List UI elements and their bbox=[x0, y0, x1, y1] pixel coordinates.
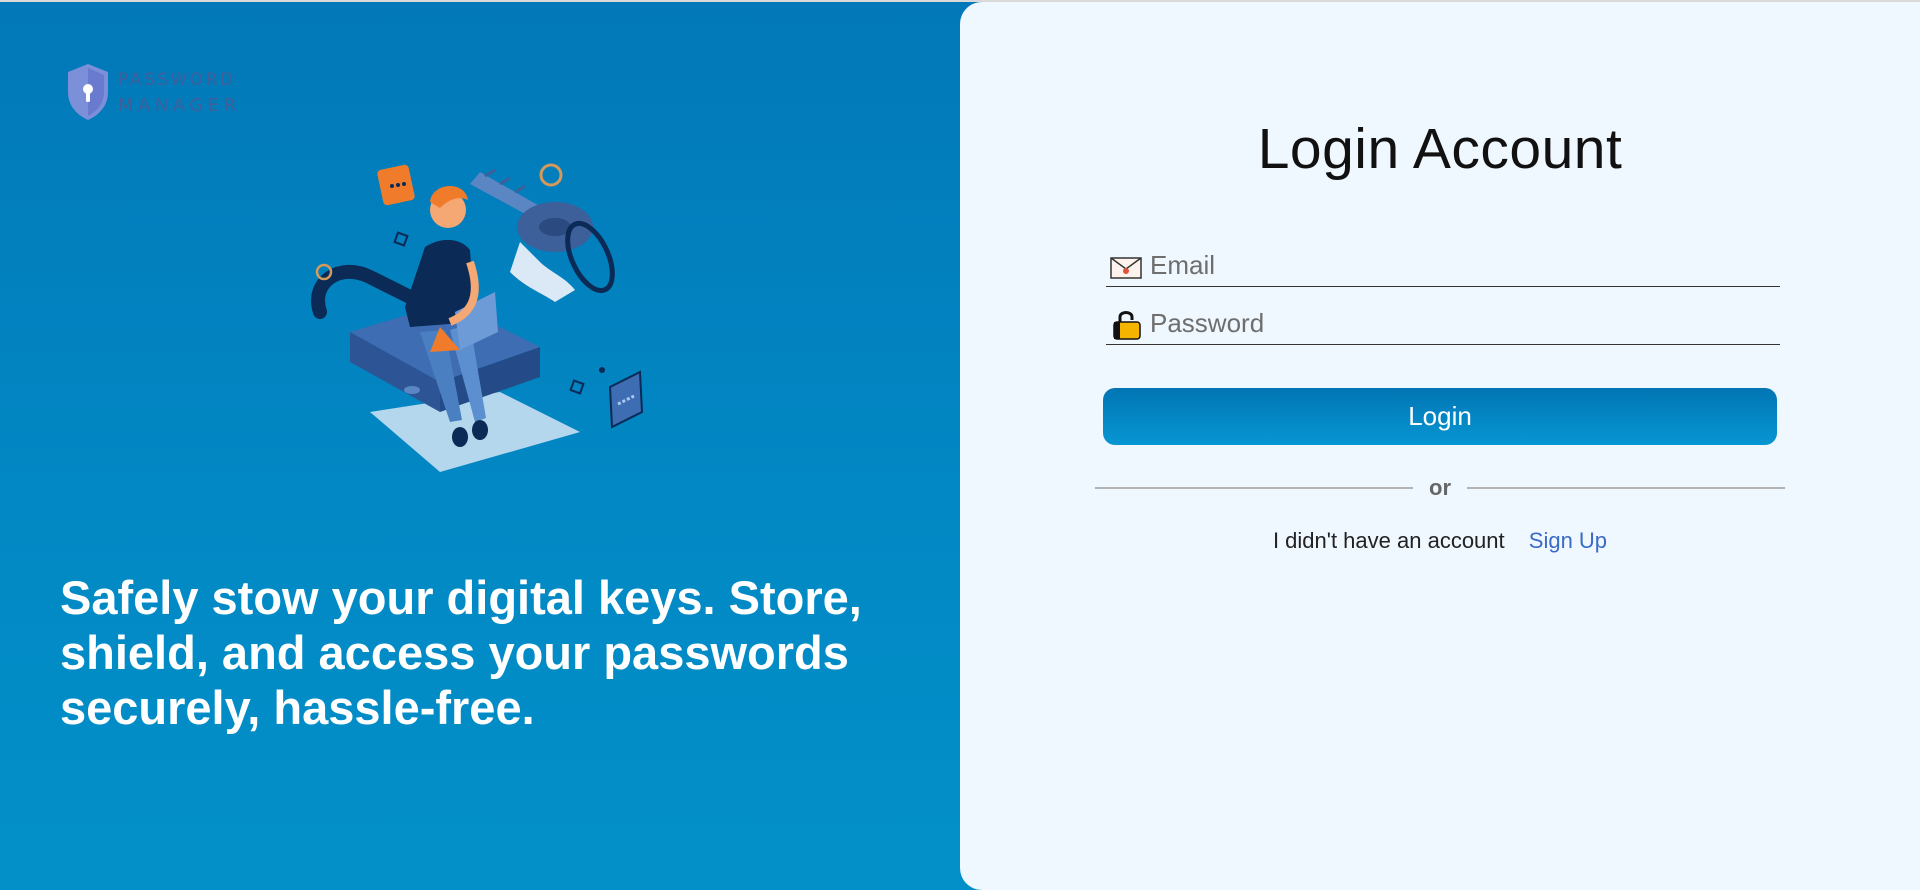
signup-link[interactable]: Sign Up bbox=[1529, 528, 1607, 553]
divider-left bbox=[1095, 487, 1413, 489]
hero-illustration bbox=[311, 163, 644, 472]
shield-keyhole-icon bbox=[68, 64, 108, 120]
divider-right bbox=[1467, 487, 1785, 489]
signup-row: I didn't have an account Sign Up bbox=[960, 528, 1920, 554]
brand-name: PASSWORD MANAGER bbox=[118, 68, 241, 118]
brand-line2: MANAGER bbox=[118, 95, 241, 116]
signup-prompt: I didn't have an account bbox=[1272, 528, 1505, 553]
password-input[interactable] bbox=[1150, 306, 1770, 340]
login-panel: Login Account Login or I didn't have an … bbox=[960, 2, 1920, 890]
password-field[interactable] bbox=[1106, 304, 1780, 345]
divider-or: or bbox=[1429, 475, 1451, 500]
envelope-icon bbox=[1110, 257, 1142, 279]
lock-icon bbox=[1113, 311, 1141, 340]
brand-line1: PASSWORD bbox=[118, 70, 236, 90]
brand-logo[interactable]: PASSWORD MANAGER bbox=[64, 62, 254, 124]
login-title: Login Account bbox=[1257, 117, 1623, 181]
login-button[interactable]: Login bbox=[1103, 388, 1777, 445]
email-field[interactable] bbox=[1106, 246, 1780, 287]
key-illustration bbox=[470, 168, 615, 302]
email-input[interactable] bbox=[1150, 248, 1770, 282]
hero-panel: PASSWORD MANAGER Safely stow your digita… bbox=[0, 2, 980, 890]
hero-tagline: Safely stow your digital keys. Store, sh… bbox=[60, 571, 862, 734]
